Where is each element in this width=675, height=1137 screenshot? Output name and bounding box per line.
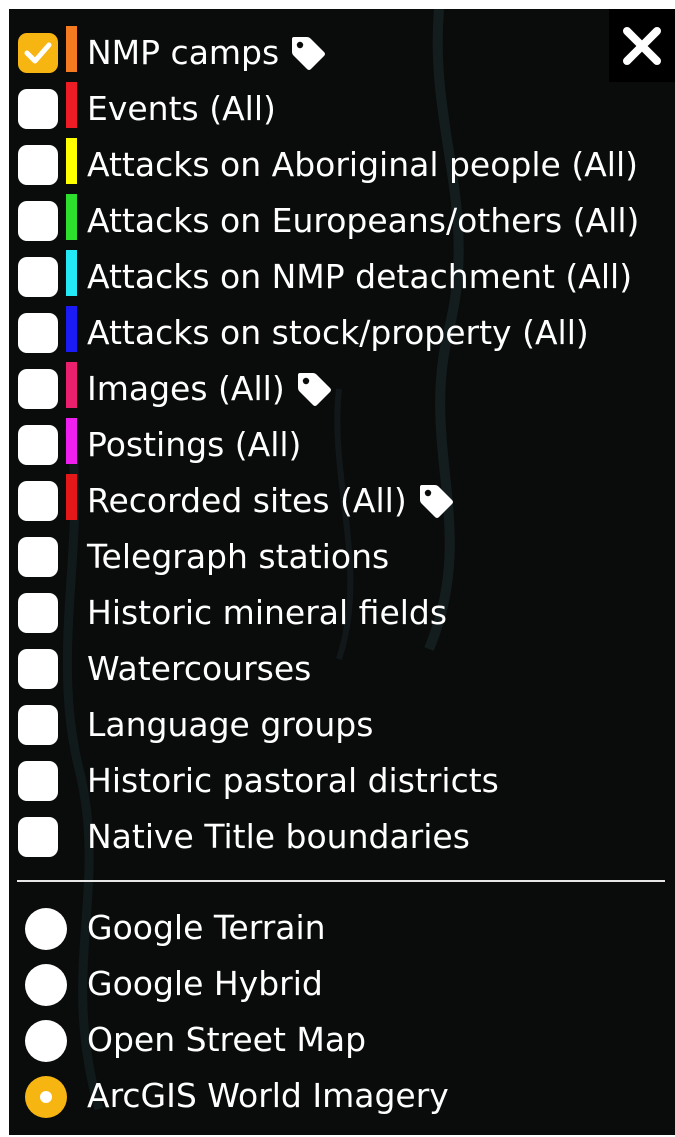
basemap-radio[interactable] [25, 1076, 67, 1118]
basemap-radio[interactable] [25, 908, 67, 950]
layer-row[interactable]: Events (All) [9, 81, 675, 137]
layer-row[interactable]: Postings (All) [9, 417, 675, 473]
layer-checkbox[interactable] [18, 313, 58, 353]
layer-label-text: Watercourses [87, 649, 312, 688]
layer-checkbox[interactable] [18, 89, 58, 129]
layer-label[interactable]: Postings (All) [87, 417, 301, 473]
layer-label[interactable]: Language groups [87, 697, 373, 753]
layer-row[interactable]: Historic pastoral districts [9, 753, 675, 809]
layer-label[interactable]: Historic pastoral districts [87, 753, 499, 809]
tag-icon[interactable] [417, 482, 455, 520]
layer-color-swatch [66, 138, 77, 184]
layer-row[interactable]: Historic mineral fields [9, 585, 675, 641]
basemap-row[interactable]: ArcGIS World Imagery [9, 1068, 675, 1124]
layer-checkbox[interactable] [18, 537, 58, 577]
layer-label[interactable]: Telegraph stations [87, 529, 389, 585]
basemap-label[interactable]: Google Terrain [87, 900, 326, 956]
layer-label[interactable]: Attacks on Europeans/others (All) [87, 193, 639, 249]
layer-row[interactable]: Recorded sites (All) [9, 473, 675, 529]
radio-dot-icon [40, 1091, 52, 1103]
layer-row[interactable]: NMP camps [9, 25, 675, 81]
divider [17, 880, 665, 882]
layer-color-swatch [66, 362, 77, 408]
layer-color-swatch [66, 418, 77, 464]
layer-checkbox[interactable] [18, 33, 58, 73]
layer-row[interactable]: Attacks on stock/property (All) [9, 305, 675, 361]
basemap-label[interactable]: Google Hybrid [87, 956, 323, 1012]
layer-color-swatch [66, 82, 77, 128]
layer-row[interactable]: Native Title boundaries [9, 809, 675, 865]
basemap-radio[interactable] [25, 1020, 67, 1062]
layer-label-text: Language groups [87, 705, 374, 744]
layer-checkbox[interactable] [18, 425, 58, 465]
layer-color-swatch [66, 306, 77, 352]
layer-label[interactable]: Images (All) [87, 361, 333, 417]
layer-row[interactable]: Attacks on Europeans/others (All) [9, 193, 675, 249]
layer-color-swatch [66, 26, 77, 72]
layer-label[interactable]: Native Title boundaries [87, 809, 470, 865]
basemap-label[interactable]: Open Street Map [87, 1012, 366, 1068]
layer-row[interactable]: Attacks on NMP detachment (All) [9, 249, 675, 305]
basemap-radio[interactable] [25, 964, 67, 1006]
basemap-row[interactable]: Open Street Map [9, 1012, 675, 1068]
layer-label-text: Postings (All) [87, 425, 302, 464]
layers-panel: NMP camps Events (All) Attacks on Aborigin… [9, 9, 675, 1135]
checkmark-icon [24, 42, 52, 64]
layer-label[interactable]: Events (All) [87, 81, 276, 137]
basemap-row[interactable]: Google Terrain [9, 900, 675, 956]
layer-color-swatch [66, 194, 77, 240]
tag-icon[interactable] [289, 34, 327, 72]
layer-color-swatch [66, 474, 77, 520]
layer-label-text: Historic pastoral districts [87, 761, 499, 800]
layer-checkbox[interactable] [18, 145, 58, 185]
layer-label[interactable]: Attacks on Aboriginal people (All) [87, 137, 638, 193]
basemap-label[interactable]: ArcGIS World Imagery [87, 1068, 449, 1124]
layer-label[interactable]: Watercourses [87, 641, 311, 697]
layer-label-text: Telegraph stations [87, 537, 390, 576]
layer-row[interactable]: Images (All) [9, 361, 675, 417]
layer-checkbox[interactable] [18, 369, 58, 409]
layer-label-text: Historic mineral fields [87, 593, 448, 632]
layer-row[interactable]: Language groups [9, 697, 675, 753]
layer-row[interactable]: Attacks on Aboriginal people (All) [9, 137, 675, 193]
layer-label-text: NMP camps [87, 33, 280, 72]
layer-checkbox[interactable] [18, 593, 58, 633]
layer-label[interactable]: NMP camps [87, 25, 327, 81]
layer-checkbox[interactable] [18, 649, 58, 689]
basemap-row[interactable]: Google Hybrid [9, 956, 675, 1012]
layer-label-text: Attacks on Aboriginal people (All) [87, 145, 638, 184]
layer-color-swatch [66, 250, 77, 296]
tag-icon[interactable] [295, 370, 333, 408]
layer-label-text: Images (All) [87, 369, 285, 408]
layer-checkbox[interactable] [18, 257, 58, 297]
layer-label-text: Attacks on NMP detachment (All) [87, 257, 633, 296]
layer-checkbox[interactable] [18, 761, 58, 801]
layer-row[interactable]: Watercourses [9, 641, 675, 697]
layer-label-text: Native Title boundaries [87, 817, 470, 856]
layer-label-text: Events (All) [87, 89, 276, 128]
layer-label[interactable]: Attacks on stock/property (All) [87, 305, 589, 361]
layer-row[interactable]: Telegraph stations [9, 529, 675, 585]
layer-label-text: Recorded sites (All) [87, 481, 407, 520]
layer-checkbox[interactable] [18, 481, 58, 521]
layer-checkbox[interactable] [18, 817, 58, 857]
layer-label[interactable]: Recorded sites (All) [87, 473, 455, 529]
layer-label[interactable]: Historic mineral fields [87, 585, 447, 641]
layer-checkbox[interactable] [18, 705, 58, 745]
layer-label[interactable]: Attacks on NMP detachment (All) [87, 249, 632, 305]
layer-checkbox[interactable] [18, 201, 58, 241]
layer-label-text: Attacks on stock/property (All) [87, 313, 589, 352]
layer-label-text: Attacks on Europeans/others (All) [87, 201, 640, 240]
